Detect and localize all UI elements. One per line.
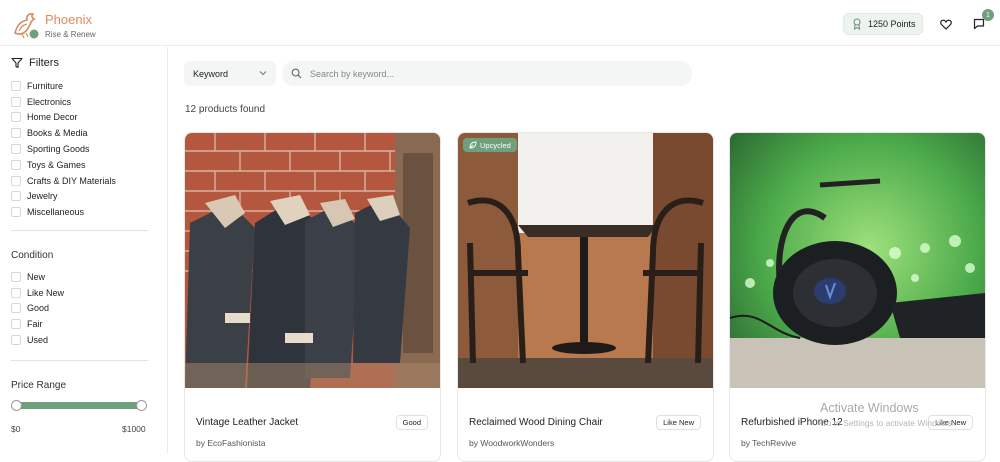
activate-windows-watermark: Activate Windows [820, 401, 919, 415]
category-label: Toys & Games [27, 159, 86, 170]
brand-name[interactable]: Phoenix [45, 12, 92, 27]
condition-badge: Good [395, 415, 428, 430]
checkbox[interactable] [11, 335, 21, 346]
checkbox[interactable] [11, 159, 21, 170]
price-min-handle[interactable] [11, 400, 22, 411]
price-max-handle[interactable] [136, 400, 147, 411]
message-icon [973, 18, 985, 30]
product-image[interactable] [730, 133, 985, 388]
search-box[interactable] [282, 61, 692, 86]
checkbox[interactable] [11, 112, 21, 123]
condition-option[interactable]: Fair [11, 316, 161, 332]
category-label: Furniture [27, 80, 64, 91]
search-mode-select[interactable]: Keyword [184, 61, 276, 86]
condition-title: Condition [11, 250, 54, 261]
product-seller[interactable]: by TechRevive [741, 438, 796, 448]
condition-label: Good [27, 303, 50, 314]
category-label: Sporting Goods [27, 144, 90, 155]
condition-label: New [27, 271, 46, 282]
leaf-icon [469, 141, 477, 149]
phoenix-logo-icon[interactable] [11, 9, 39, 39]
product-results: Keyword 12 products found [169, 47, 1000, 462]
checkbox[interactable] [11, 96, 21, 107]
checkbox[interactable] [11, 287, 21, 298]
condition-option[interactable]: Like New [11, 285, 161, 301]
category-label: Home Decor [27, 112, 78, 123]
category-option[interactable]: Furniture [11, 78, 161, 94]
category-option[interactable]: Crafts & DIY Materials [11, 173, 161, 189]
category-option[interactable]: Jewelry [11, 189, 161, 205]
product-image[interactable] [458, 133, 713, 388]
upcycled-label: Upcycled [480, 140, 511, 150]
price-max-label: $1000 [122, 424, 146, 434]
product-seller[interactable]: by EcoFashionista [196, 438, 265, 448]
category-option[interactable]: Home Decor [11, 110, 161, 126]
category-option[interactable]: Toys & Games [11, 157, 161, 173]
messages-count-badge: 1 [982, 9, 994, 21]
price-min-label: $0 [11, 424, 21, 434]
category-label: Electronics [27, 96, 72, 107]
checkbox[interactable] [11, 128, 21, 139]
results-count: 12 products found [185, 104, 266, 115]
checkbox[interactable] [11, 207, 21, 218]
filter-icon [11, 57, 23, 69]
category-label: Crafts & DIY Materials [27, 175, 116, 186]
condition-label: Like New [27, 287, 65, 298]
product-image[interactable] [185, 133, 440, 388]
brand-tagline: Rise & Renew [45, 30, 96, 39]
product-seller[interactable]: by WoodworkWonders [469, 438, 554, 448]
category-filter-list: Furniture Electronics Home Decor Books &… [11, 78, 161, 220]
checkbox[interactable] [11, 319, 21, 330]
category-label: Books & Media [27, 128, 88, 139]
activate-windows-hint: Go to Settings to activate Windows. [820, 418, 955, 428]
filters-heading: Filters [11, 57, 59, 69]
category-option[interactable]: Electronics [11, 94, 161, 110]
checkbox[interactable] [11, 191, 21, 202]
category-option[interactable]: Books & Media [11, 125, 161, 141]
condition-option[interactable]: New [11, 269, 161, 285]
checkbox[interactable] [11, 80, 21, 91]
checkbox[interactable] [11, 303, 21, 314]
category-option[interactable]: Miscellaneous [11, 204, 161, 220]
price-range-title: Price Range [11, 380, 67, 391]
condition-option[interactable]: Good [11, 301, 161, 317]
condition-filter-list: New Like New Good Fair Used [11, 269, 161, 348]
wishlist-button[interactable] [936, 14, 956, 34]
category-label: Miscellaneous [27, 207, 85, 218]
search-mode-value: Keyword [193, 68, 229, 79]
condition-badge: Like New [656, 415, 701, 430]
category-option[interactable]: Sporting Goods [11, 141, 161, 157]
points-button[interactable]: 1250 Points [843, 13, 923, 35]
condition-label: Fair [27, 319, 43, 330]
product-card[interactable]: Upcycled Reclaimed Wood Dining Chair Lik… [457, 132, 714, 462]
search-icon [291, 68, 302, 79]
condition-option[interactable]: Used [11, 332, 161, 348]
points-label: 1250 Points [868, 19, 916, 29]
price-range-slider[interactable] [15, 402, 142, 409]
award-icon [853, 18, 861, 30]
filters-title: Filters [29, 57, 59, 69]
category-label: Jewelry [27, 191, 58, 202]
filters-sidebar: Filters Furniture Electronics Home Decor… [0, 47, 168, 454]
checkbox[interactable] [11, 175, 21, 186]
checkbox[interactable] [11, 271, 21, 282]
condition-label: Used [27, 335, 49, 346]
checkbox[interactable] [11, 144, 21, 155]
divider [11, 360, 148, 361]
product-title[interactable]: Vintage Leather Jacket [196, 417, 298, 428]
chevron-down-icon [259, 71, 267, 76]
upcycled-tag: Upcycled [463, 138, 517, 152]
product-card[interactable]: Vintage Leather Jacket Good by EcoFashio… [184, 132, 441, 462]
search-input[interactable] [310, 68, 670, 79]
top-bar: Phoenix Rise & Renew 1250 Points 1 [0, 0, 1000, 46]
divider [11, 230, 148, 231]
heart-icon [940, 19, 952, 30]
product-title[interactable]: Reclaimed Wood Dining Chair [469, 417, 603, 428]
